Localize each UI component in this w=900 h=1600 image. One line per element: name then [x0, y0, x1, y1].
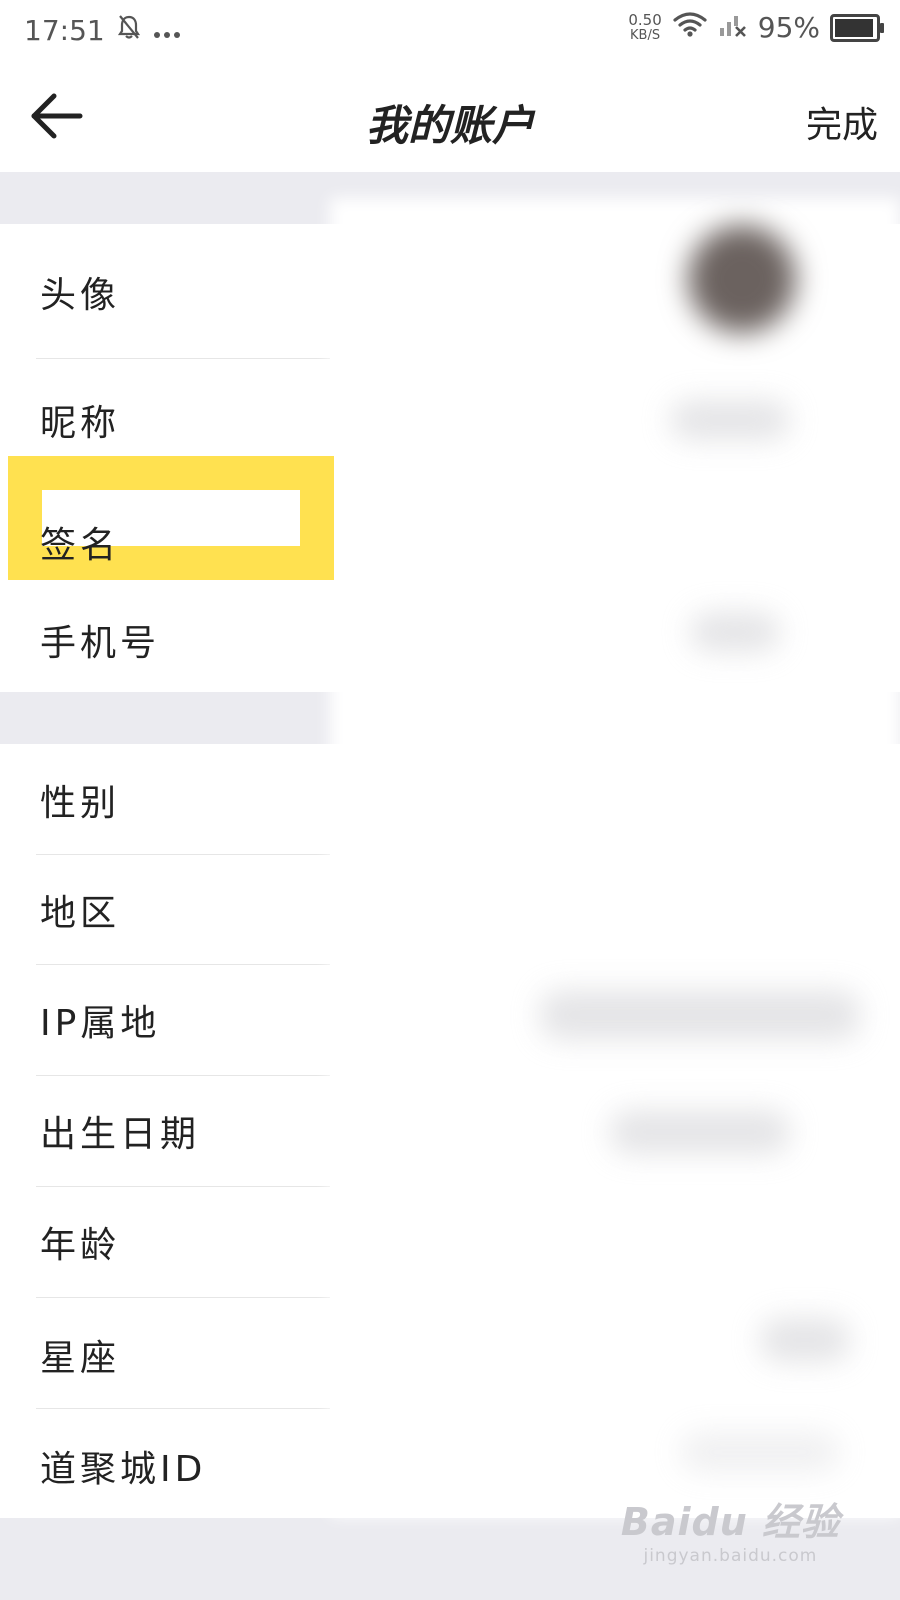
redacted-value: [680, 1432, 840, 1472]
row-label: 手机号: [40, 623, 161, 664]
status-time: 17:51: [24, 14, 105, 47]
nav-bar: 我的账户 完成: [0, 64, 900, 172]
redacted-avatar: [688, 225, 796, 333]
more-dots-icon: [153, 14, 181, 47]
battery-level: [835, 18, 873, 37]
battery-text: 95%: [757, 11, 820, 44]
watermark-main: Baidu 经验: [620, 1500, 840, 1544]
bell-off-icon: [117, 14, 141, 47]
redacted-value: [540, 990, 860, 1040]
row-label: 头像: [40, 275, 121, 316]
row-label: 昵称: [40, 403, 121, 444]
row-label: 地区: [40, 893, 121, 934]
signature-label-highlighted: 签名: [40, 525, 121, 566]
redacted-value: [610, 1110, 790, 1154]
row-label: IP属地: [40, 1003, 161, 1044]
signal-off-icon: [718, 10, 748, 45]
network-speed: 0.50 KB/S: [628, 10, 662, 43]
row-label: 道聚城ID: [40, 1449, 207, 1490]
status-left: 17:51: [24, 14, 181, 47]
row-label: 星座: [40, 1338, 121, 1379]
redacted-value: [690, 612, 780, 652]
baidu-watermark: Baidu 经验 jingyan.baidu.com: [621, 1491, 840, 1566]
status-bar: 17:51 0.50 KB/S 95%: [0, 0, 900, 64]
battery-icon: [830, 13, 884, 42]
watermark-sub: jingyan.baidu.com: [643, 1546, 818, 1566]
redacted-value: [670, 400, 790, 440]
redacted-value: [760, 1318, 850, 1362]
page-title: 我的账户: [365, 101, 534, 150]
row-label: 性别: [40, 783, 121, 824]
network-speed-value: 0.50: [628, 10, 662, 29]
network-speed-unit: KB/S: [630, 27, 661, 43]
done-button[interactable]: 完成: [806, 96, 878, 148]
wifi-icon: [672, 10, 708, 45]
row-label: 出生日期: [40, 1114, 201, 1155]
status-right: 0.50 KB/S 95%: [628, 10, 884, 45]
row-label: 年龄: [40, 1225, 121, 1266]
